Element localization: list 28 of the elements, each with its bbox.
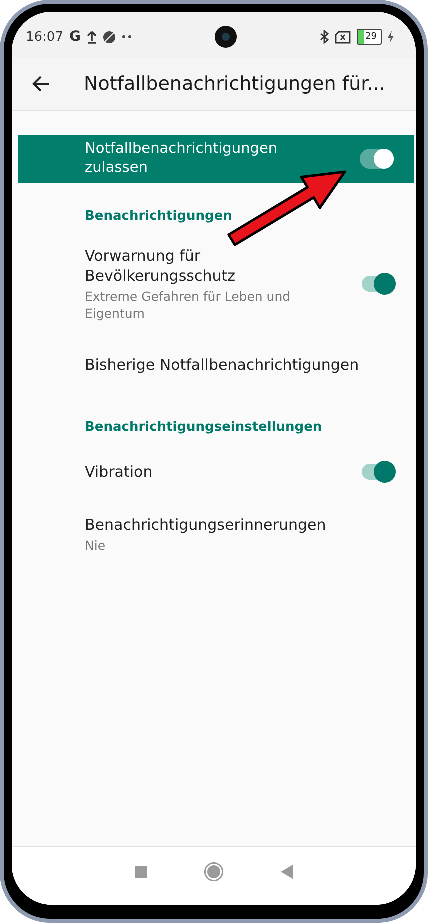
home-icon[interactable] xyxy=(204,862,224,882)
network-indicator: G xyxy=(69,29,81,45)
setting-title[interactable]: Vorwarnung für Bevölkerungsschutz xyxy=(85,246,332,286)
toggle-switch[interactable] xyxy=(362,464,394,480)
no-sim-icon xyxy=(334,30,351,44)
setting-title[interactable]: Bisherige Notfallbenachrichtigungen xyxy=(85,355,364,375)
battery-indicator: 29 xyxy=(356,29,382,45)
toggle-switch[interactable] xyxy=(362,276,394,292)
setting-title[interactable]: Vibration xyxy=(85,462,332,482)
master-switch-label: Notfallbenachrichtigungen zulassen xyxy=(85,140,279,178)
bluetooth-icon xyxy=(320,30,329,44)
section-header: Benachrichtigungen xyxy=(85,209,232,224)
back-nav-icon[interactable] xyxy=(280,865,293,879)
camera-icon xyxy=(214,26,237,48)
circle-icon xyxy=(102,30,116,44)
setting-title[interactable]: Benachrichtigungserinnerungen xyxy=(85,515,364,535)
more-icon xyxy=(122,35,132,39)
screen-title: Notfallbenachrichtigungen für... xyxy=(84,73,386,95)
master-switch[interactable] xyxy=(360,149,394,169)
setting-summary: Extreme Gefahren für Leben und Eigentum xyxy=(85,288,292,322)
upload-icon xyxy=(86,30,97,44)
section-header: Benachrichtigungseinstellungen xyxy=(85,420,322,435)
recents-icon[interactable] xyxy=(135,866,148,878)
charging-icon xyxy=(388,31,394,43)
back-icon[interactable] xyxy=(32,76,50,92)
master-switch-row[interactable]: Notfallbenachrichtigungen zulassen xyxy=(18,135,414,183)
status-time: 16:07 xyxy=(26,30,64,44)
setting-summary: Nie xyxy=(85,537,107,554)
